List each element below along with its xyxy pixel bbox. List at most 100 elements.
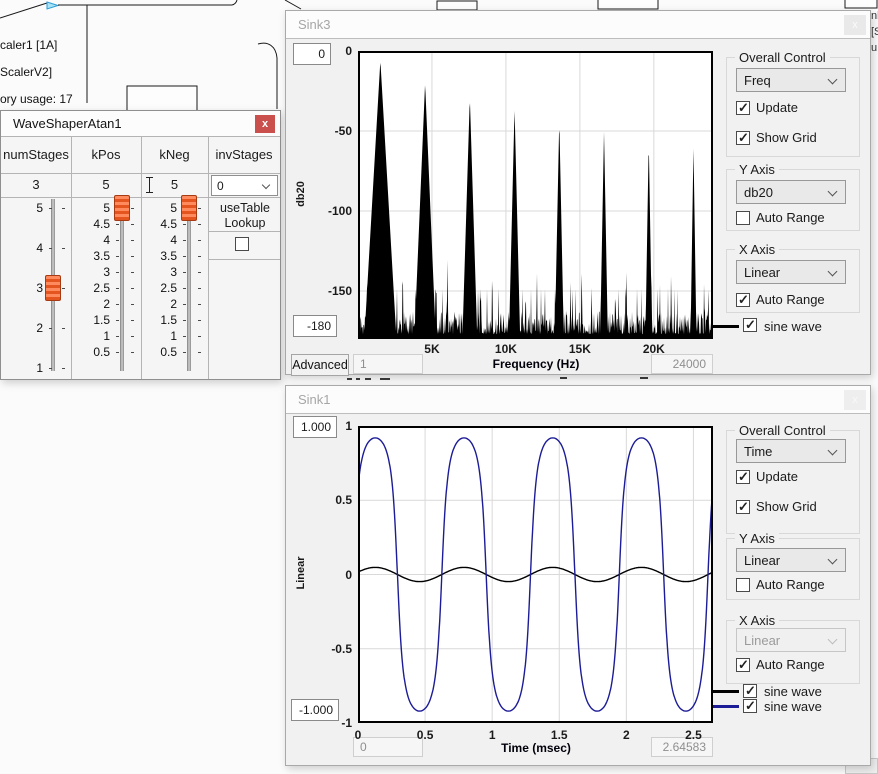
slider-track[interactable] [120, 199, 124, 371]
legend-checkbox[interactable] [743, 699, 757, 713]
close-icon[interactable]: x [255, 115, 275, 133]
slider-tick [116, 304, 119, 305]
x-axis-tick-label: 2.5 [673, 728, 713, 742]
slider-tick [49, 328, 52, 329]
slider-tick [131, 224, 134, 225]
slider-track[interactable] [187, 199, 191, 371]
overall-control-dropdown[interactable]: Time [736, 439, 846, 463]
x-max-field: 24000 [651, 354, 713, 374]
update-checkbox[interactable] [736, 470, 750, 484]
slider-tick-label: 1 [139, 329, 177, 343]
slider-tick [183, 256, 186, 257]
clipped-module-text: nk [871, 10, 878, 22]
x-axis-tick-label: 0.5 [405, 728, 445, 742]
clipped-text-fragment [380, 378, 390, 380]
x-auto-range-row[interactable]: Auto Range [736, 292, 825, 307]
slider-tick [49, 368, 52, 369]
x-axis-title: Time (msec) [426, 741, 646, 755]
legend-label: sine wave [764, 684, 822, 699]
slider-tick [62, 368, 65, 369]
slider-tick [116, 336, 119, 337]
invstages-dropdown[interactable]: 0 [211, 175, 278, 196]
clipped-text-fragment [560, 377, 567, 379]
y-axis-tick-label: -50 [286, 124, 352, 138]
slider-tick [116, 272, 119, 273]
close-icon[interactable]: x [844, 15, 866, 35]
slider-tick-label: 2 [5, 321, 43, 335]
slider-tick [131, 304, 134, 305]
legend-checkbox[interactable] [743, 318, 757, 332]
slider-tick [116, 224, 119, 225]
y-axis-dropdown[interactable]: Linear [736, 548, 846, 572]
slider-tick [49, 248, 52, 249]
clipped-text-fragment [356, 378, 360, 380]
x-axis-group: X Axis Linear Auto Range [726, 620, 860, 684]
slider-tick-label: 3 [139, 265, 177, 279]
legend-line-icon [713, 325, 739, 328]
group-label: X Axis [735, 613, 779, 628]
kpos-value[interactable]: 5 [71, 173, 141, 197]
slider-tick-label: 5 [139, 201, 177, 215]
y-axis-group: Y Axis db20 Auto Range [726, 169, 860, 231]
slider-tick-label: 4 [5, 241, 43, 255]
chevron-down-icon [828, 75, 838, 85]
clipped-module-text: [S [871, 26, 878, 38]
slider-handle[interactable] [181, 195, 197, 221]
y-axis-tick-label: -0.5 [286, 642, 352, 656]
slider-tick [183, 304, 186, 305]
waveshaper-titlebar[interactable]: WaveShaperAtan1 x [1, 111, 280, 137]
show-grid-checkbox-row[interactable]: Show Grid [736, 130, 817, 145]
y-axis-dropdown[interactable]: db20 [736, 180, 846, 204]
x-axis-tick-label: 10K [486, 342, 526, 356]
numstages-value[interactable]: 3 [1, 173, 71, 197]
slider-tick [116, 320, 119, 321]
x-axis-tick-label: 1.5 [539, 728, 579, 742]
auto-range-checkbox[interactable] [736, 211, 750, 225]
legend-checkbox[interactable] [743, 684, 757, 698]
y-auto-range-row[interactable]: Auto Range [736, 577, 825, 592]
slider-handle[interactable] [45, 275, 61, 301]
slider-tick [62, 208, 65, 209]
slider-tick-label: 2 [139, 297, 177, 311]
x-axis-tick-label: 5K [412, 342, 452, 356]
close-icon[interactable]: x [844, 390, 866, 410]
show-grid-checkbox-row[interactable]: Show Grid [736, 499, 817, 514]
usetable-lookup-checkbox[interactable] [235, 237, 249, 251]
show-grid-checkbox[interactable] [736, 131, 750, 145]
overall-control-dropdown[interactable]: Freq [736, 68, 846, 92]
text-cursor-icon [145, 177, 154, 193]
window-title: WaveShaperAtan1 [13, 116, 122, 131]
x-auto-range-row[interactable]: Auto Range [736, 657, 825, 672]
slider-tick-label: 1 [72, 329, 110, 343]
slider-tick [62, 248, 65, 249]
x-axis-tick-label: 2 [606, 728, 646, 742]
chevron-down-icon [828, 635, 838, 645]
column-header-kneg: kNeg [141, 137, 208, 173]
auto-range-checkbox[interactable] [736, 578, 750, 592]
group-label: Y Axis [735, 531, 779, 546]
update-checkbox-row[interactable]: Update [736, 100, 798, 115]
slider-tick-label: 0.5 [139, 345, 177, 359]
slider-tick-label: 3.5 [72, 249, 110, 263]
y-auto-range-row[interactable]: Auto Range [736, 210, 825, 225]
column-header-numstages: numStages [1, 137, 71, 173]
slider-tick [116, 352, 119, 353]
module-text-line: caler1 [1A] [0, 38, 57, 52]
slider-tick-label: 3 [5, 281, 43, 295]
y-min-field[interactable]: -180 [293, 315, 337, 337]
slider-tick [131, 240, 134, 241]
x-axis-dropdown[interactable]: Linear [736, 260, 846, 284]
slider-tick [183, 224, 186, 225]
auto-range-checkbox[interactable] [736, 658, 750, 672]
slider-tick-label: 2.5 [139, 281, 177, 295]
update-checkbox-row[interactable]: Update [736, 469, 798, 484]
sink1-titlebar[interactable]: Sink1 x [286, 386, 870, 414]
show-grid-checkbox[interactable] [736, 500, 750, 514]
update-checkbox[interactable] [736, 101, 750, 115]
legend-line-icon [713, 690, 739, 693]
sink3-titlebar[interactable]: Sink3 x [286, 11, 870, 39]
slider-tick-label: 4 [72, 233, 110, 247]
advanced-button[interactable]: Advanced [291, 354, 349, 376]
auto-range-checkbox[interactable] [736, 293, 750, 307]
slider-handle[interactable] [114, 195, 130, 221]
